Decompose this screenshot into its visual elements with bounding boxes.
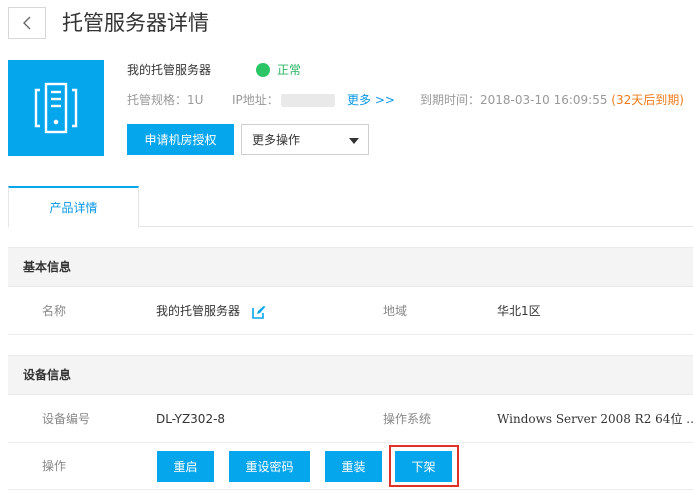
status-badge: 正常: [256, 61, 301, 79]
more-link[interactable]: 更多 >>: [347, 92, 395, 108]
highlight-box: [389, 445, 459, 487]
expire-label: 到期时间：: [420, 93, 481, 107]
region-value: 华北1区: [497, 304, 541, 318]
restart-button[interactable]: 重启: [157, 451, 214, 482]
name-label: 名称: [42, 304, 67, 318]
more-ops-dropdown[interactable]: 更多操作: [241, 124, 369, 155]
server-icon-tile: [8, 60, 104, 156]
ip-label: IP地址：: [232, 93, 279, 107]
apply-authorization-button[interactable]: 申请机房授权: [127, 124, 234, 155]
ops-label: 操作: [42, 459, 67, 473]
device-no-value: DL-YZ302-8: [156, 412, 226, 426]
caret-down-icon: [349, 138, 359, 144]
region-label: 地域: [383, 304, 408, 318]
os-value: Windows Server 2008 R2 64位 ...: [497, 412, 693, 426]
status-text: 正常: [277, 63, 302, 77]
basic-info-row: 名称 我的托管服务器 地域 华北1区: [8, 287, 693, 335]
page-title: 托管服务器详情: [62, 11, 209, 35]
server-name: 我的托管服务器: [127, 63, 212, 77]
spec-value: 1U: [187, 93, 204, 107]
expire-meta: 到期时间：2018-03-10 16:09:55 (32天后到期): [420, 92, 684, 108]
basic-info-header: 基本信息: [8, 247, 693, 287]
edit-icon[interactable]: [252, 305, 266, 319]
expire-note: (32天后到期): [611, 93, 684, 107]
spec-label: 托管规格：: [127, 93, 188, 107]
reset-password-button[interactable]: 重设密码: [229, 451, 310, 482]
device-info-header: 设备信息: [8, 355, 693, 395]
reinstall-button[interactable]: 重装: [325, 451, 382, 482]
tab-product-details[interactable]: 产品详情: [8, 186, 139, 228]
tab-bar: 产品详情: [8, 186, 693, 228]
spec-meta: 托管规格：1U: [127, 92, 203, 108]
name-value-wrap: 我的托管服务器: [156, 287, 266, 335]
ip-value-masked: [280, 94, 335, 107]
device-info-row: 设备编号 DL-YZ302-8 操作系统 Windows Server 2008…: [8, 395, 693, 443]
os-label: 操作系统: [383, 412, 432, 426]
ip-meta: IP地址：: [232, 92, 335, 108]
expire-value: 2018-03-10 16:09:55: [480, 93, 608, 107]
chevron-left-icon: [23, 16, 31, 30]
status-dot-icon: [256, 63, 270, 77]
more-ops-label: 更多操作: [252, 133, 301, 147]
back-button[interactable]: [8, 7, 46, 39]
device-no-label: 设备编号: [42, 412, 91, 426]
name-value: 我的托管服务器: [156, 304, 241, 318]
server-icon: [34, 82, 78, 134]
